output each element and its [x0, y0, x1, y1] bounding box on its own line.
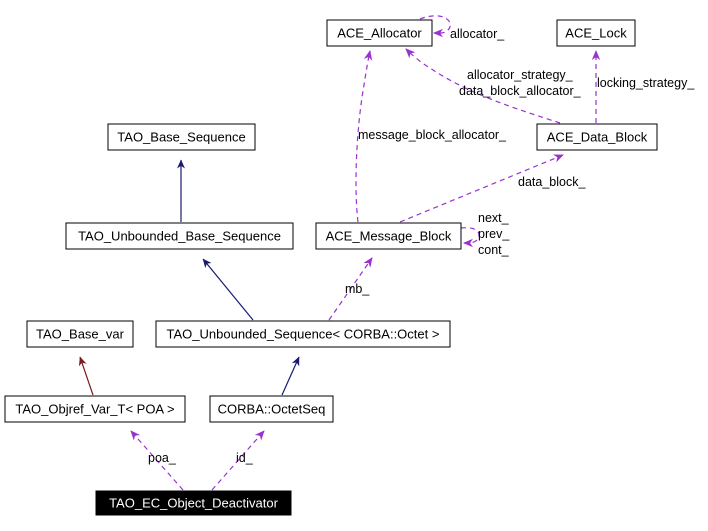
node-corba-octetseq[interactable]: CORBA::OctetSeq — [209, 395, 334, 423]
edge-objref-var-to-base-var — [78, 356, 94, 396]
edge-label-locking-strategy: locking_strategy_ — [597, 76, 695, 90]
edge-label-data-block: data_block_ — [518, 175, 586, 189]
edge-label-prev: prev_ — [478, 227, 510, 241]
edge-octetseq-to-unb-seq-octet — [281, 356, 300, 396]
edge-label-allocator-strategy: allocator_strategy_ — [467, 68, 574, 82]
collaboration-diagram: ACE_Allocator ACE_Lock ACE_Data_Block TA… — [0, 0, 708, 531]
uml-canvas: ACE_Allocator ACE_Lock ACE_Data_Block TA… — [4, 15, 695, 516]
inheritance-edges — [78, 159, 300, 396]
node-tao-unbounded-sequence-octet[interactable]: TAO_Unbounded_Sequence< CORBA::Octet > — [155, 320, 451, 348]
edge-label-id: id_ — [236, 451, 254, 465]
node-ace-message-block[interactable]: ACE_Message_Block — [315, 222, 462, 250]
edge-label-message-block-allocator: message_block_allocator_ — [358, 128, 507, 142]
node-label: TAO_Base_Sequence — [117, 129, 245, 144]
node-label: TAO_Unbounded_Base_Sequence — [78, 228, 281, 243]
node-label: ACE_Data_Block — [547, 129, 648, 144]
node-tao-base-var[interactable]: TAO_Base_var — [26, 320, 134, 348]
edge-label-mb: mb_ — [345, 282, 370, 296]
edge-label-data-block-allocator: data_block_allocator_ — [459, 84, 582, 98]
node-label: ACE_Lock — [565, 25, 627, 40]
node-ace-data-block[interactable]: ACE_Data_Block — [536, 123, 658, 151]
node-label: ACE_Allocator — [337, 25, 422, 40]
edge-label-allocator: allocator_ — [450, 27, 505, 41]
edge-label-cont: cont_ — [478, 243, 510, 257]
node-label: TAO_Base_var — [36, 326, 125, 341]
node-tao-objref-var-t-poa[interactable]: TAO_Objref_Var_T< POA > — [4, 395, 186, 423]
node-tao-ec-object-deactivator[interactable]: TAO_EC_Object_Deactivator — [95, 490, 292, 516]
node-ace-allocator[interactable]: ACE_Allocator — [326, 19, 433, 47]
node-tao-unbounded-base-sequence[interactable]: TAO_Unbounded_Base_Sequence — [65, 222, 294, 250]
edge-unb-seq-octet-to-unb-base-seq — [202, 258, 254, 321]
edge-label-poa: poa_ — [148, 451, 177, 465]
node-label: ACE_Message_Block — [326, 228, 452, 243]
node-label: TAO_EC_Object_Deactivator — [109, 495, 278, 510]
node-tao-base-sequence[interactable]: TAO_Base_Sequence — [107, 123, 256, 151]
edge-label-next: next_ — [478, 211, 510, 225]
node-label: TAO_Objref_Var_T< POA > — [15, 401, 174, 416]
node-label: TAO_Unbounded_Sequence< CORBA::Octet > — [167, 326, 440, 341]
edge-message-block-self — [460, 227, 480, 248]
node-ace-lock[interactable]: ACE_Lock — [556, 19, 636, 47]
node-label: CORBA::OctetSeq — [218, 401, 326, 416]
